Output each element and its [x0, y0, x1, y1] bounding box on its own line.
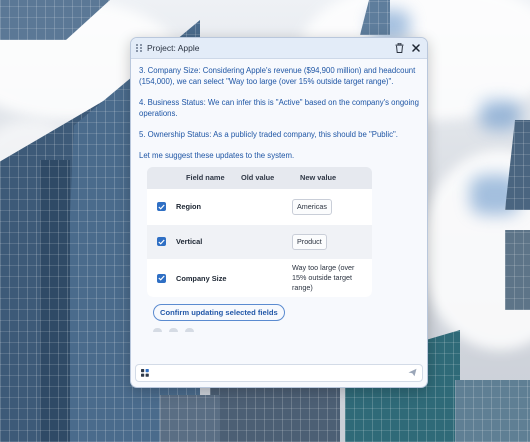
row-checkbox[interactable]: [157, 202, 166, 212]
panel-title: Project: Apple: [147, 43, 200, 53]
row-checkbox[interactable]: [157, 273, 166, 283]
table-row: Vertical Product: [147, 223, 372, 259]
field-name: Vertical: [176, 237, 203, 247]
field-name: Region: [176, 202, 202, 212]
conversation: 3. Company Size: Considering Apple's rev…: [131, 59, 427, 363]
action-icon[interactable]: [185, 327, 194, 332]
message-paragraph: 3. Company Size: Considering Apple's rev…: [139, 66, 416, 87]
header-new-value: New value: [300, 173, 337, 183]
composer: [135, 364, 423, 382]
message-actions: [153, 327, 423, 332]
table-header: Field name Old value New value: [147, 166, 372, 189]
table-row: Company Size Way too large (over 15% out…: [147, 258, 372, 297]
apps-icon[interactable]: [141, 364, 149, 382]
row-checkbox[interactable]: [157, 237, 166, 247]
new-value: Product: [292, 233, 327, 250]
action-icon[interactable]: [153, 327, 162, 332]
message-paragraph: 5. Ownership Status: As a publicly trade…: [139, 129, 398, 139]
action-icon[interactable]: [169, 327, 178, 332]
header-old-value: Old value: [241, 173, 275, 183]
header-field-name: Field name: [186, 173, 225, 183]
assistant-message: 3. Company Size: Considering Apple's rev…: [139, 65, 423, 161]
confirm-update-button[interactable]: Confirm updating selected fields: [153, 303, 285, 321]
drag-handle-icon[interactable]: [136, 43, 143, 53]
trash-icon[interactable]: [394, 43, 405, 54]
close-icon[interactable]: [410, 43, 421, 54]
send-icon[interactable]: [408, 364, 417, 382]
new-value: Americas: [292, 198, 332, 215]
suggested-updates-table: Field name Old value New value Region Am…: [147, 166, 372, 297]
field-name: Company Size: [176, 273, 227, 283]
panel-titlebar[interactable]: Project: Apple: [131, 38, 427, 59]
table-row: Region Americas: [147, 188, 372, 224]
message-paragraph: 4. Business Status: We can infer this is…: [139, 97, 419, 119]
message-paragraph: Let me suggest these updates to the syst…: [139, 150, 295, 160]
new-value: Way too large (over 15% outside target r…: [292, 263, 355, 293]
assistant-panel: Project: Apple 3. Company Size: Consider…: [130, 37, 428, 388]
message-input[interactable]: [154, 368, 408, 378]
